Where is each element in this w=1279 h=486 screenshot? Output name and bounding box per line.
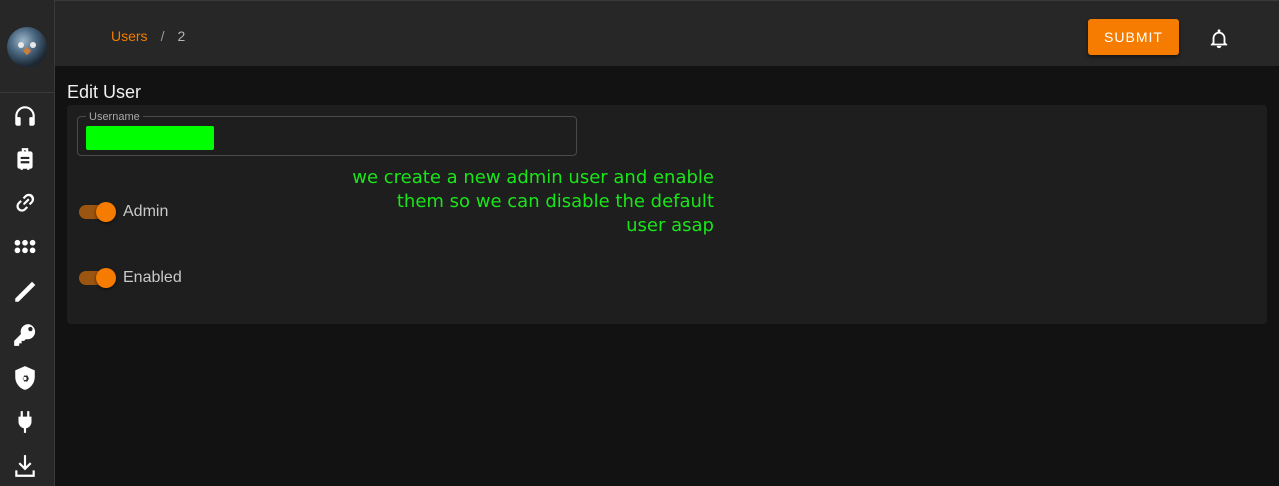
headphones-icon[interactable] <box>11 102 39 130</box>
sidebar-divider <box>0 92 54 93</box>
annotation-note: we create a new admin user and enable th… <box>300 166 714 238</box>
annotation-line-2: them so we can disable the default <box>396 191 714 212</box>
wand-icon[interactable] <box>11 278 39 306</box>
username-field[interactable]: Username <box>77 111 577 156</box>
plug-icon[interactable] <box>11 408 39 436</box>
breadcrumb-current: 2 <box>177 28 186 44</box>
shield-gear-icon[interactable] <box>11 364 39 392</box>
apps-grid-icon[interactable] <box>11 232 39 260</box>
luggage-icon[interactable] <box>11 145 39 173</box>
top-app-bar: Users / 2 SUBMIT <box>55 0 1279 66</box>
download-icon[interactable] <box>11 452 39 480</box>
avatar[interactable] <box>7 27 47 67</box>
admin-toggle-row: Admin <box>79 202 169 222</box>
bell-icon[interactable] <box>1208 28 1230 50</box>
username-input-redacted[interactable] <box>86 126 214 150</box>
admin-switch-thumb <box>96 202 116 222</box>
submit-button[interactable]: SUBMIT <box>1088 19 1179 55</box>
enabled-switch-thumb <box>96 268 116 288</box>
link-icon[interactable] <box>11 189 39 217</box>
annotation-line-1: we create a new admin user and enable <box>352 167 714 188</box>
key-icon[interactable] <box>11 321 39 349</box>
sidebar <box>0 0 55 486</box>
annotation-line-3: user asap <box>626 215 714 236</box>
admin-switch[interactable] <box>79 202 116 222</box>
enabled-switch[interactable] <box>79 268 116 288</box>
breadcrumb-users-link[interactable]: Users <box>111 28 148 44</box>
username-label: Username <box>86 111 143 123</box>
admin-label: Admin <box>123 203 169 220</box>
page-title: Edit User <box>67 82 142 102</box>
enabled-toggle-row: Enabled <box>79 268 182 288</box>
breadcrumb: Users / 2 <box>111 28 185 44</box>
breadcrumb-separator: / <box>160 28 165 44</box>
enabled-label: Enabled <box>123 269 182 286</box>
